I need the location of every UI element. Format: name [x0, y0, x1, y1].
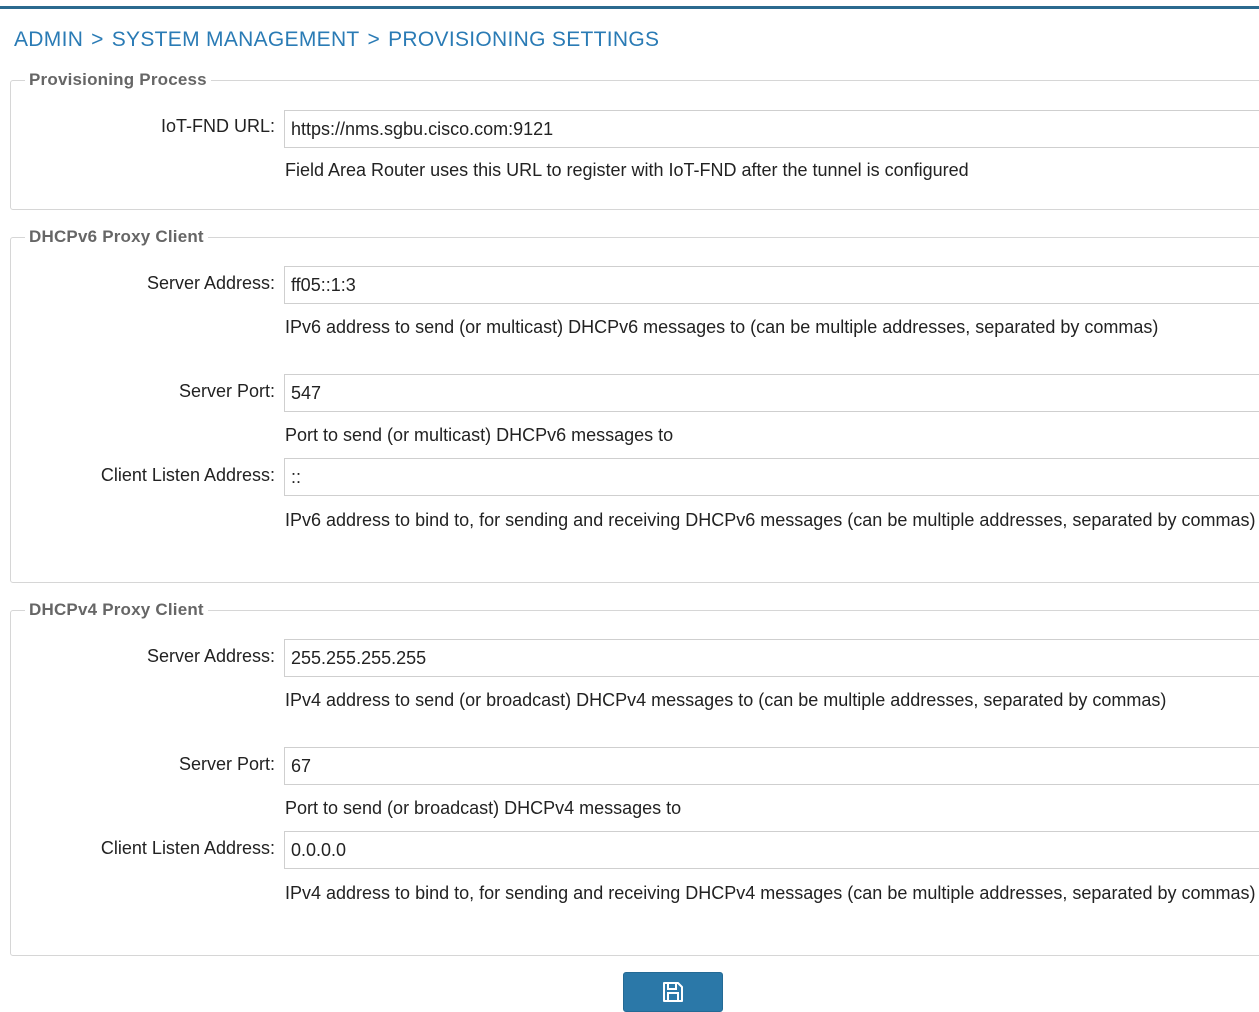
iot-fnd-url-label: IoT-FND URL: [160, 116, 275, 136]
breadcrumb-item-admin[interactable]: ADMIN [14, 28, 83, 51]
section-legend: Provisioning Process [29, 70, 207, 89]
floppy-disk-icon [662, 981, 684, 1011]
dhcpv4-server-address-help: IPv4 address to send (or broadcast) DHCP… [285, 690, 1167, 710]
section-legend: DHCPv6 Proxy Client [29, 227, 204, 246]
breadcrumb: ADMIN > SYSTEM MANAGEMENT > PROVISIONING SET… [14, 28, 659, 52]
top-accent-bar [0, 0, 1259, 9]
iot-fnd-url-help: Field Area Router uses this URL to regis… [285, 160, 969, 180]
dhcpv4-server-port-label: Server Port: [178, 754, 275, 774]
breadcrumb-item-provisioning-settings: PROVISIONING SETTINGS [388, 28, 660, 51]
dhcpv6-server-address-help: IPv6 address to send (or multicast) DHCP… [285, 317, 1159, 337]
dhcpv4-server-port-input[interactable]: 67 [284, 747, 1259, 785]
section-legend: DHCPv4 Proxy Client [29, 600, 204, 619]
dhcpv4-server-address-input[interactable]: 255.255.255.255 [284, 639, 1259, 677]
dhcpv4-server-port-help: Port to send (or broadcast) DHCPv4 messa… [285, 798, 682, 818]
dhcpv6-client-listen-address-label: Client Listen Address: [100, 465, 275, 485]
dhcpv6-client-listen-address-help: IPv6 address to bind to, for sending and… [285, 510, 1256, 530]
dhcpv6-client-listen-address-input[interactable]: :: [284, 458, 1259, 496]
dhcpv6-server-port-help: Port to send (or multicast) DHCPv6 messa… [285, 425, 674, 445]
breadcrumb-item-system-management[interactable]: SYSTEM MANAGEMENT [112, 28, 360, 51]
iot-fnd-url-input[interactable]: https://nms.sgbu.cisco.com:9121 [284, 110, 1259, 148]
breadcrumb-separator: > [367, 28, 381, 51]
dhcpv6-server-address-input[interactable]: ff05::1:3 [284, 266, 1259, 304]
save-button[interactable] [623, 972, 723, 1012]
dhcpv6-server-port-label: Server Port: [178, 381, 275, 401]
dhcpv4-server-address-label: Server Address: [146, 646, 275, 666]
breadcrumb-separator: > [91, 28, 104, 51]
dhcpv6-server-address-label: Server Address: [146, 273, 275, 293]
dhcpv4-client-listen-address-input[interactable]: 0.0.0.0 [284, 831, 1259, 869]
dhcpv4-client-listen-address-help: IPv4 address to bind to, for sending and… [285, 883, 1256, 903]
dhcpv4-client-listen-address-label: Client Listen Address: [100, 838, 275, 858]
dhcpv6-server-port-input[interactable]: 547 [284, 374, 1259, 412]
